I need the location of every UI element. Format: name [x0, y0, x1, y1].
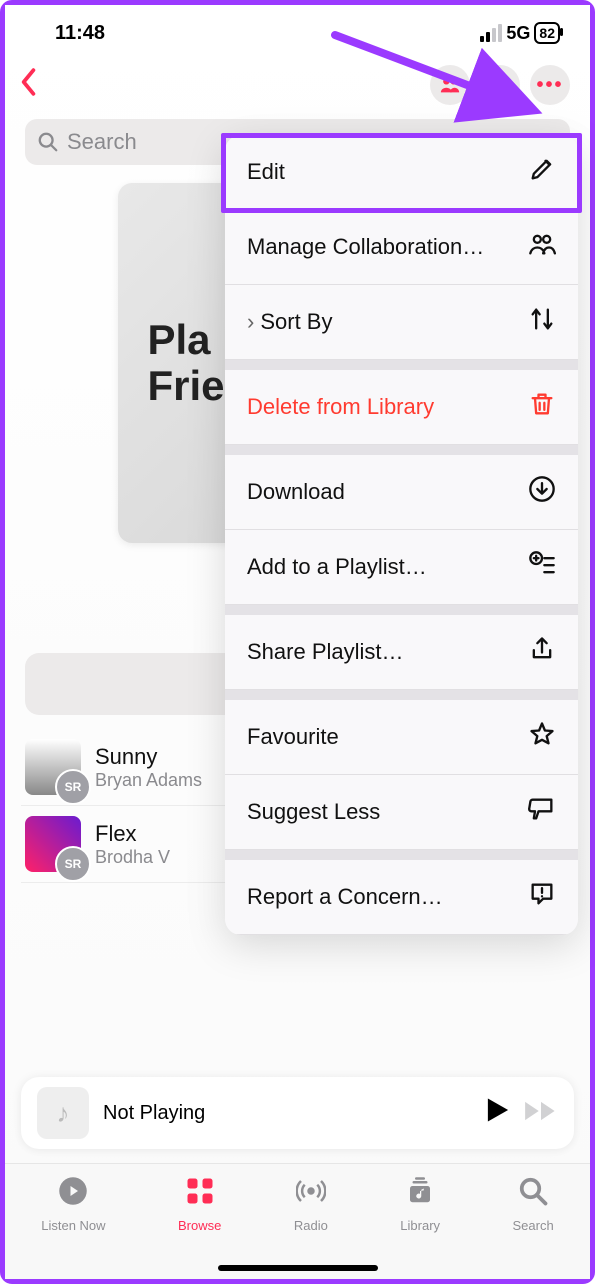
menu-item-label: Suggest Less [247, 799, 380, 825]
menu-item-label: Share Playlist… [247, 639, 404, 665]
menu-item-delete[interactable]: Delete from Library [225, 370, 578, 445]
download-status-button[interactable] [480, 65, 520, 105]
menu-item-label: Delete from Library [247, 394, 434, 420]
menu-item-share[interactable]: Share Playlist… [225, 615, 578, 690]
tab-label: Search [513, 1218, 554, 1233]
tab-label: Browse [178, 1218, 221, 1233]
status-bar: 11:48 5G 82 [5, 5, 590, 55]
menu-item-label: Add to a Playlist… [247, 554, 427, 580]
menu-item-manage-collab[interactable]: Manage Collaboration… [225, 210, 578, 285]
signal-icon [480, 24, 502, 42]
context-menu: Edit Manage Collaboration… ›Sort By Dele… [225, 135, 578, 935]
miniplayer-play-button[interactable] [486, 1097, 510, 1130]
network-label: 5G [506, 23, 530, 44]
menu-item-edit[interactable]: Edit [225, 135, 578, 210]
status-time: 11:48 [55, 22, 105, 45]
download-icon [528, 475, 556, 509]
share-icon [528, 635, 556, 669]
menu-item-label: Report a Concern… [247, 884, 443, 910]
menu-item-sort-by[interactable]: ›Sort By [225, 285, 578, 360]
browse-icon [185, 1176, 215, 1214]
collaborators-button[interactable] [430, 65, 470, 105]
tab-bar: Listen Now Browse Radio Library Search [5, 1163, 590, 1279]
tab-radio[interactable]: Radio [294, 1176, 328, 1279]
artwork-text-line1: Pla [148, 316, 211, 363]
people-icon [528, 230, 556, 264]
sort-icon [528, 305, 556, 339]
menu-item-label: Favourite [247, 724, 339, 750]
tab-library[interactable]: Library [400, 1176, 440, 1279]
song-artwork [25, 739, 81, 795]
home-indicator[interactable] [218, 1265, 378, 1271]
trash-icon [528, 390, 556, 424]
search-icon [518, 1176, 548, 1214]
tab-label: Radio [294, 1218, 328, 1233]
nav-bar: ••• [5, 55, 590, 111]
miniplayer[interactable]: ♪ Not Playing [21, 1077, 574, 1149]
battery-icon: 82 [534, 22, 560, 44]
star-icon [528, 720, 556, 754]
radio-icon [296, 1176, 326, 1214]
song-artwork [25, 816, 81, 872]
miniplayer-art: ♪ [37, 1087, 89, 1139]
menu-item-label: Manage Collaboration… [247, 234, 484, 260]
menu-item-report[interactable]: Report a Concern… [225, 860, 578, 935]
back-button[interactable] [19, 67, 37, 104]
menu-item-label: Download [247, 479, 345, 505]
tab-listen-now[interactable]: Listen Now [41, 1176, 105, 1279]
tab-search[interactable]: Search [513, 1176, 554, 1279]
menu-item-label: Sort By [260, 309, 332, 334]
menu-item-favourite[interactable]: Favourite [225, 700, 578, 775]
more-button[interactable]: ••• [530, 65, 570, 105]
search-placeholder: Search [67, 129, 137, 155]
menu-item-suggest-less[interactable]: Suggest Less [225, 775, 578, 850]
status-right: 5G 82 [480, 22, 560, 44]
add-to-list-icon [528, 550, 556, 584]
tab-label: Library [400, 1218, 440, 1233]
thumbs-down-icon [528, 795, 556, 829]
pencil-icon [528, 155, 556, 189]
miniplayer-forward-button[interactable] [524, 1097, 558, 1129]
artwork-text-line2: Frie [148, 362, 225, 409]
menu-item-add-to-playlist[interactable]: Add to a Playlist… [225, 530, 578, 605]
play-circle-icon [58, 1176, 88, 1214]
tab-browse[interactable]: Browse [178, 1176, 221, 1279]
menu-item-label: Edit [247, 159, 285, 185]
chevron-right-icon: › [247, 309, 254, 334]
search-icon [37, 131, 59, 153]
library-icon [405, 1176, 435, 1214]
tab-label: Listen Now [41, 1218, 105, 1233]
miniplayer-text: Not Playing [103, 1102, 472, 1125]
menu-item-download[interactable]: Download [225, 455, 578, 530]
report-icon [528, 880, 556, 914]
